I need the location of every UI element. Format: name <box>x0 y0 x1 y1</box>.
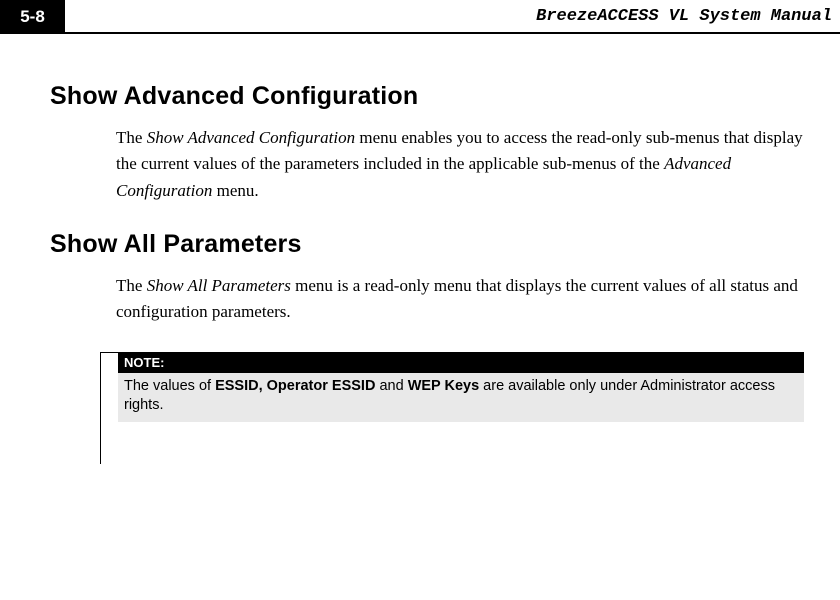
note-side-rule <box>100 352 101 464</box>
bold-text: WEP Keys <box>408 378 479 394</box>
text-fragment: menu. <box>212 181 258 200</box>
page-header: 5-8 BreezeACCESS VL System Manual <box>0 0 840 34</box>
bold-text: ESSID, Operator ESSID <box>215 378 375 394</box>
document-title: BreezeACCESS VL System Manual <box>65 0 840 34</box>
paragraph-show-advanced-configuration: The Show Advanced Configuration menu ena… <box>116 125 804 204</box>
text-fragment: The values of <box>124 378 215 394</box>
heading-show-all-parameters: Show All Parameters <box>50 230 804 259</box>
note-body: The values of ESSID, Operator ESSID and … <box>118 373 804 422</box>
note-block: NOTE: The values of ESSID, Operator ESSI… <box>100 352 804 422</box>
text-fragment: The <box>116 128 147 147</box>
note-label: NOTE: <box>118 353 804 373</box>
emphasis-text: Show All Parameters <box>147 276 291 295</box>
paragraph-show-all-parameters: The Show All Parameters menu is a read-o… <box>116 273 804 326</box>
text-fragment: and <box>375 378 407 394</box>
page-content: Show Advanced Configuration The Show Adv… <box>0 34 840 422</box>
text-fragment: The <box>116 276 147 295</box>
page-number: 5-8 <box>0 0 65 34</box>
emphasis-text: Show Advanced Configuration <box>147 128 355 147</box>
heading-show-advanced-configuration: Show Advanced Configuration <box>50 82 804 111</box>
